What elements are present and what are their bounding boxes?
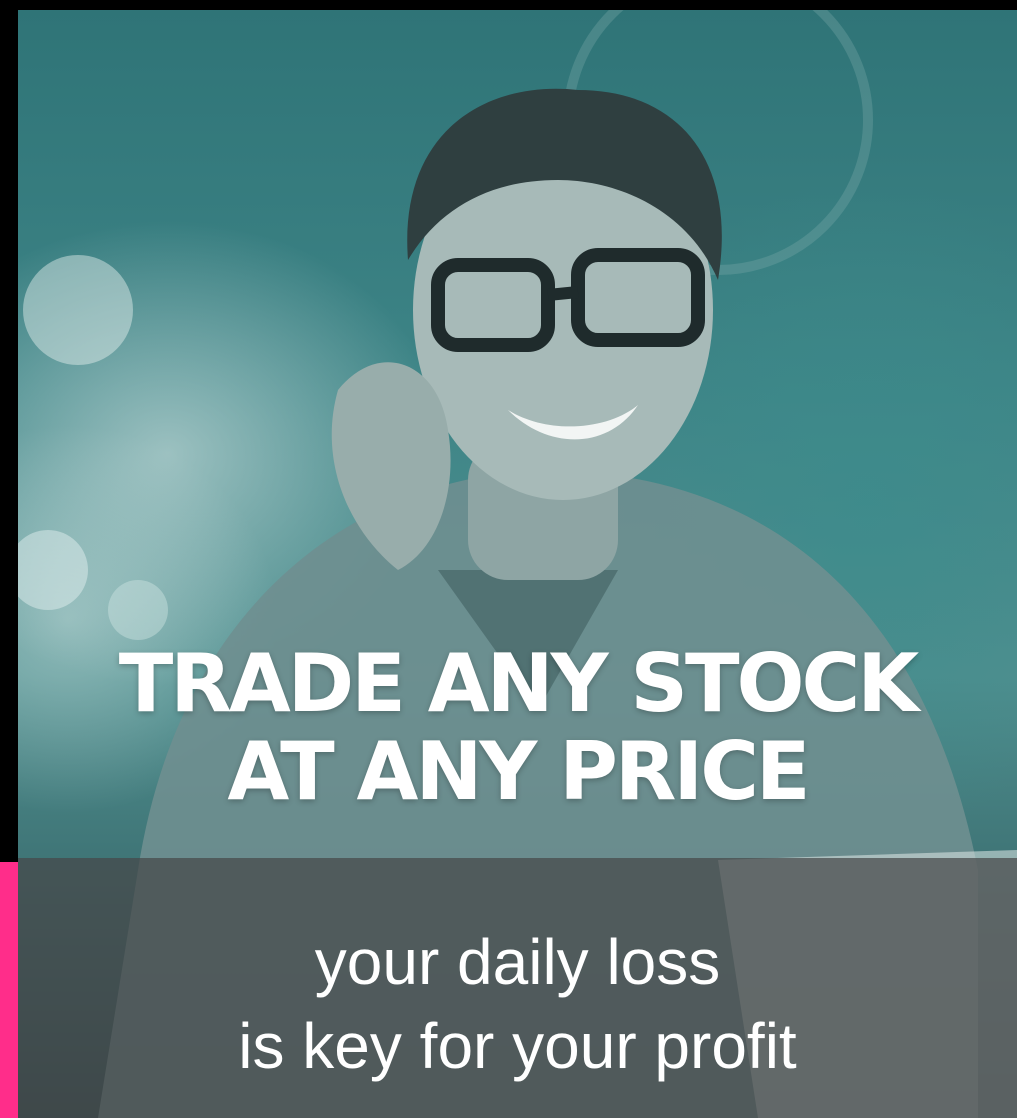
accent-bar: [0, 862, 18, 1118]
headline-line-1: TRADE ANY STOCK: [118, 637, 920, 730]
headline-line-2: AT ANY PRICE: [227, 725, 810, 818]
caption-line-1: your daily loss: [314, 926, 721, 998]
caption-line-2: is key for your profit: [238, 1010, 797, 1082]
ad-banner: TRADE ANY STOCK AT ANY PRICE your daily …: [0, 0, 1017, 1118]
headline: TRADE ANY STOCK AT ANY PRICE: [18, 640, 1017, 816]
caption: your daily loss is key for your profit: [18, 920, 1017, 1088]
